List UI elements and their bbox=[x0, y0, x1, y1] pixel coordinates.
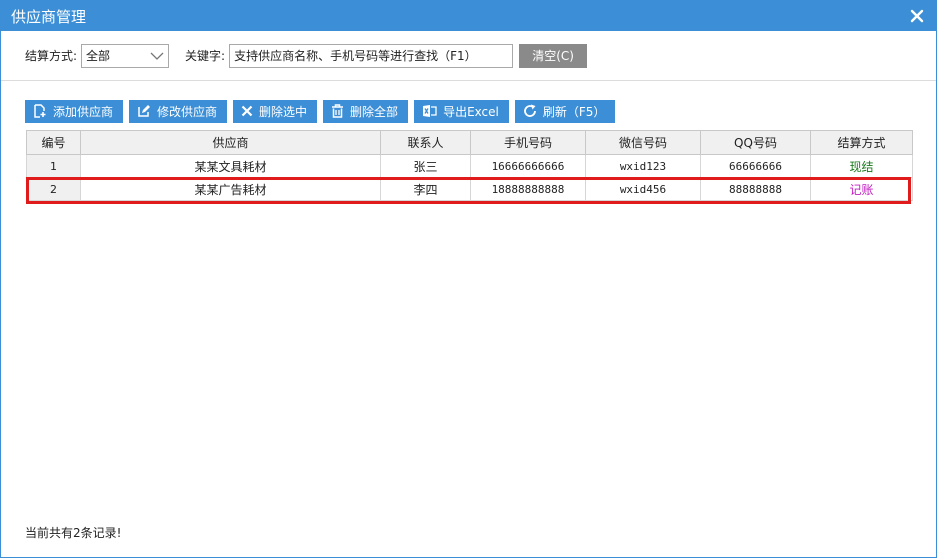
edit-icon bbox=[137, 104, 151, 118]
export-excel-label: 导出Excel bbox=[443, 104, 499, 119]
toolbar: 添加供应商 修改供应商 删除选中 删除全部 导出Excel 刷新（F5） bbox=[1, 81, 936, 129]
close-button[interactable] bbox=[906, 5, 928, 27]
cell-wechat: wxid456 bbox=[585, 177, 701, 201]
table-header-row: 编号 供应商 联系人 手机号码 微信号码 QQ号码 结算方式 bbox=[26, 130, 913, 155]
cell-contact: 张三 bbox=[380, 154, 471, 178]
refresh-icon bbox=[523, 104, 537, 118]
column-header-wechat[interactable]: 微信号码 bbox=[585, 130, 701, 155]
cell-qq: 88888888 bbox=[700, 177, 811, 201]
refresh-button[interactable]: 刷新（F5） bbox=[514, 99, 616, 123]
cell-number: 1 bbox=[26, 154, 81, 178]
cell-settle: 现结 bbox=[810, 154, 913, 178]
delete-selected-label: 删除选中 bbox=[259, 104, 308, 119]
add-supplier-button[interactable]: 添加供应商 bbox=[25, 99, 124, 123]
x-mark-icon bbox=[241, 105, 253, 117]
export-excel-button[interactable]: 导出Excel bbox=[414, 99, 509, 123]
column-header-contact[interactable]: 联系人 bbox=[380, 130, 471, 155]
record-count-status: 当前共有2条记录! bbox=[25, 526, 122, 540]
cell-phone: 16666666666 bbox=[470, 154, 586, 178]
cell-number: 2 bbox=[26, 177, 81, 201]
chevron-down-icon bbox=[150, 52, 164, 60]
cell-settle: 记账 bbox=[810, 177, 913, 201]
title-bar: 供应商管理 bbox=[1, 1, 936, 31]
delete-all-button[interactable]: 删除全部 bbox=[323, 99, 409, 123]
table-row[interactable]: 1 某某文具耗材 张三 16666666666 wxid123 66666666… bbox=[26, 154, 913, 178]
table-row[interactable]: 2 某某广告耗材 李四 18888888888 wxid456 88888888… bbox=[26, 177, 913, 201]
keyword-label: 关键字: bbox=[185, 49, 226, 63]
close-icon bbox=[910, 9, 924, 23]
delete-selected-button[interactable]: 删除选中 bbox=[233, 99, 318, 123]
window-title: 供应商管理 bbox=[11, 7, 87, 26]
refresh-label: 刷新（F5） bbox=[542, 104, 606, 119]
keyword-input[interactable] bbox=[229, 43, 514, 68]
cell-contact: 李四 bbox=[380, 177, 471, 201]
cell-supplier: 某某文具耗材 bbox=[80, 154, 381, 178]
settle-select-value: 全部 bbox=[86, 49, 111, 63]
trash-icon bbox=[331, 104, 344, 118]
column-header-settle[interactable]: 结算方式 bbox=[810, 130, 913, 155]
edit-supplier-button[interactable]: 修改供应商 bbox=[129, 99, 228, 123]
column-header-number[interactable]: 编号 bbox=[26, 130, 81, 155]
supplier-table: 编号 供应商 联系人 手机号码 微信号码 QQ号码 结算方式 1 某某文具耗材 … bbox=[26, 130, 913, 201]
filter-bar: 结算方式: 全部 关键字: 清空(C) bbox=[1, 31, 936, 81]
delete-all-label: 删除全部 bbox=[350, 104, 399, 119]
column-header-supplier[interactable]: 供应商 bbox=[80, 130, 381, 155]
settle-label: 结算方式: bbox=[25, 49, 78, 63]
supplier-management-window: 供应商管理 结算方式: 全部 关键字: 清空(C) 添加供应商 修改供应商 bbox=[0, 0, 937, 558]
add-supplier-label: 添加供应商 bbox=[53, 104, 114, 119]
cell-qq: 66666666 bbox=[700, 154, 811, 178]
cell-wechat: wxid123 bbox=[585, 154, 701, 178]
settle-select[interactable]: 全部 bbox=[81, 43, 170, 68]
column-header-phone[interactable]: 手机号码 bbox=[470, 130, 586, 155]
column-header-qq[interactable]: QQ号码 bbox=[700, 130, 811, 155]
excel-icon bbox=[422, 104, 437, 118]
cell-phone: 18888888888 bbox=[470, 177, 586, 201]
clear-button[interactable]: 清空(C) bbox=[519, 43, 588, 68]
add-document-icon bbox=[33, 104, 47, 118]
edit-supplier-label: 修改供应商 bbox=[157, 104, 218, 119]
cell-supplier: 某某广告耗材 bbox=[80, 177, 381, 201]
